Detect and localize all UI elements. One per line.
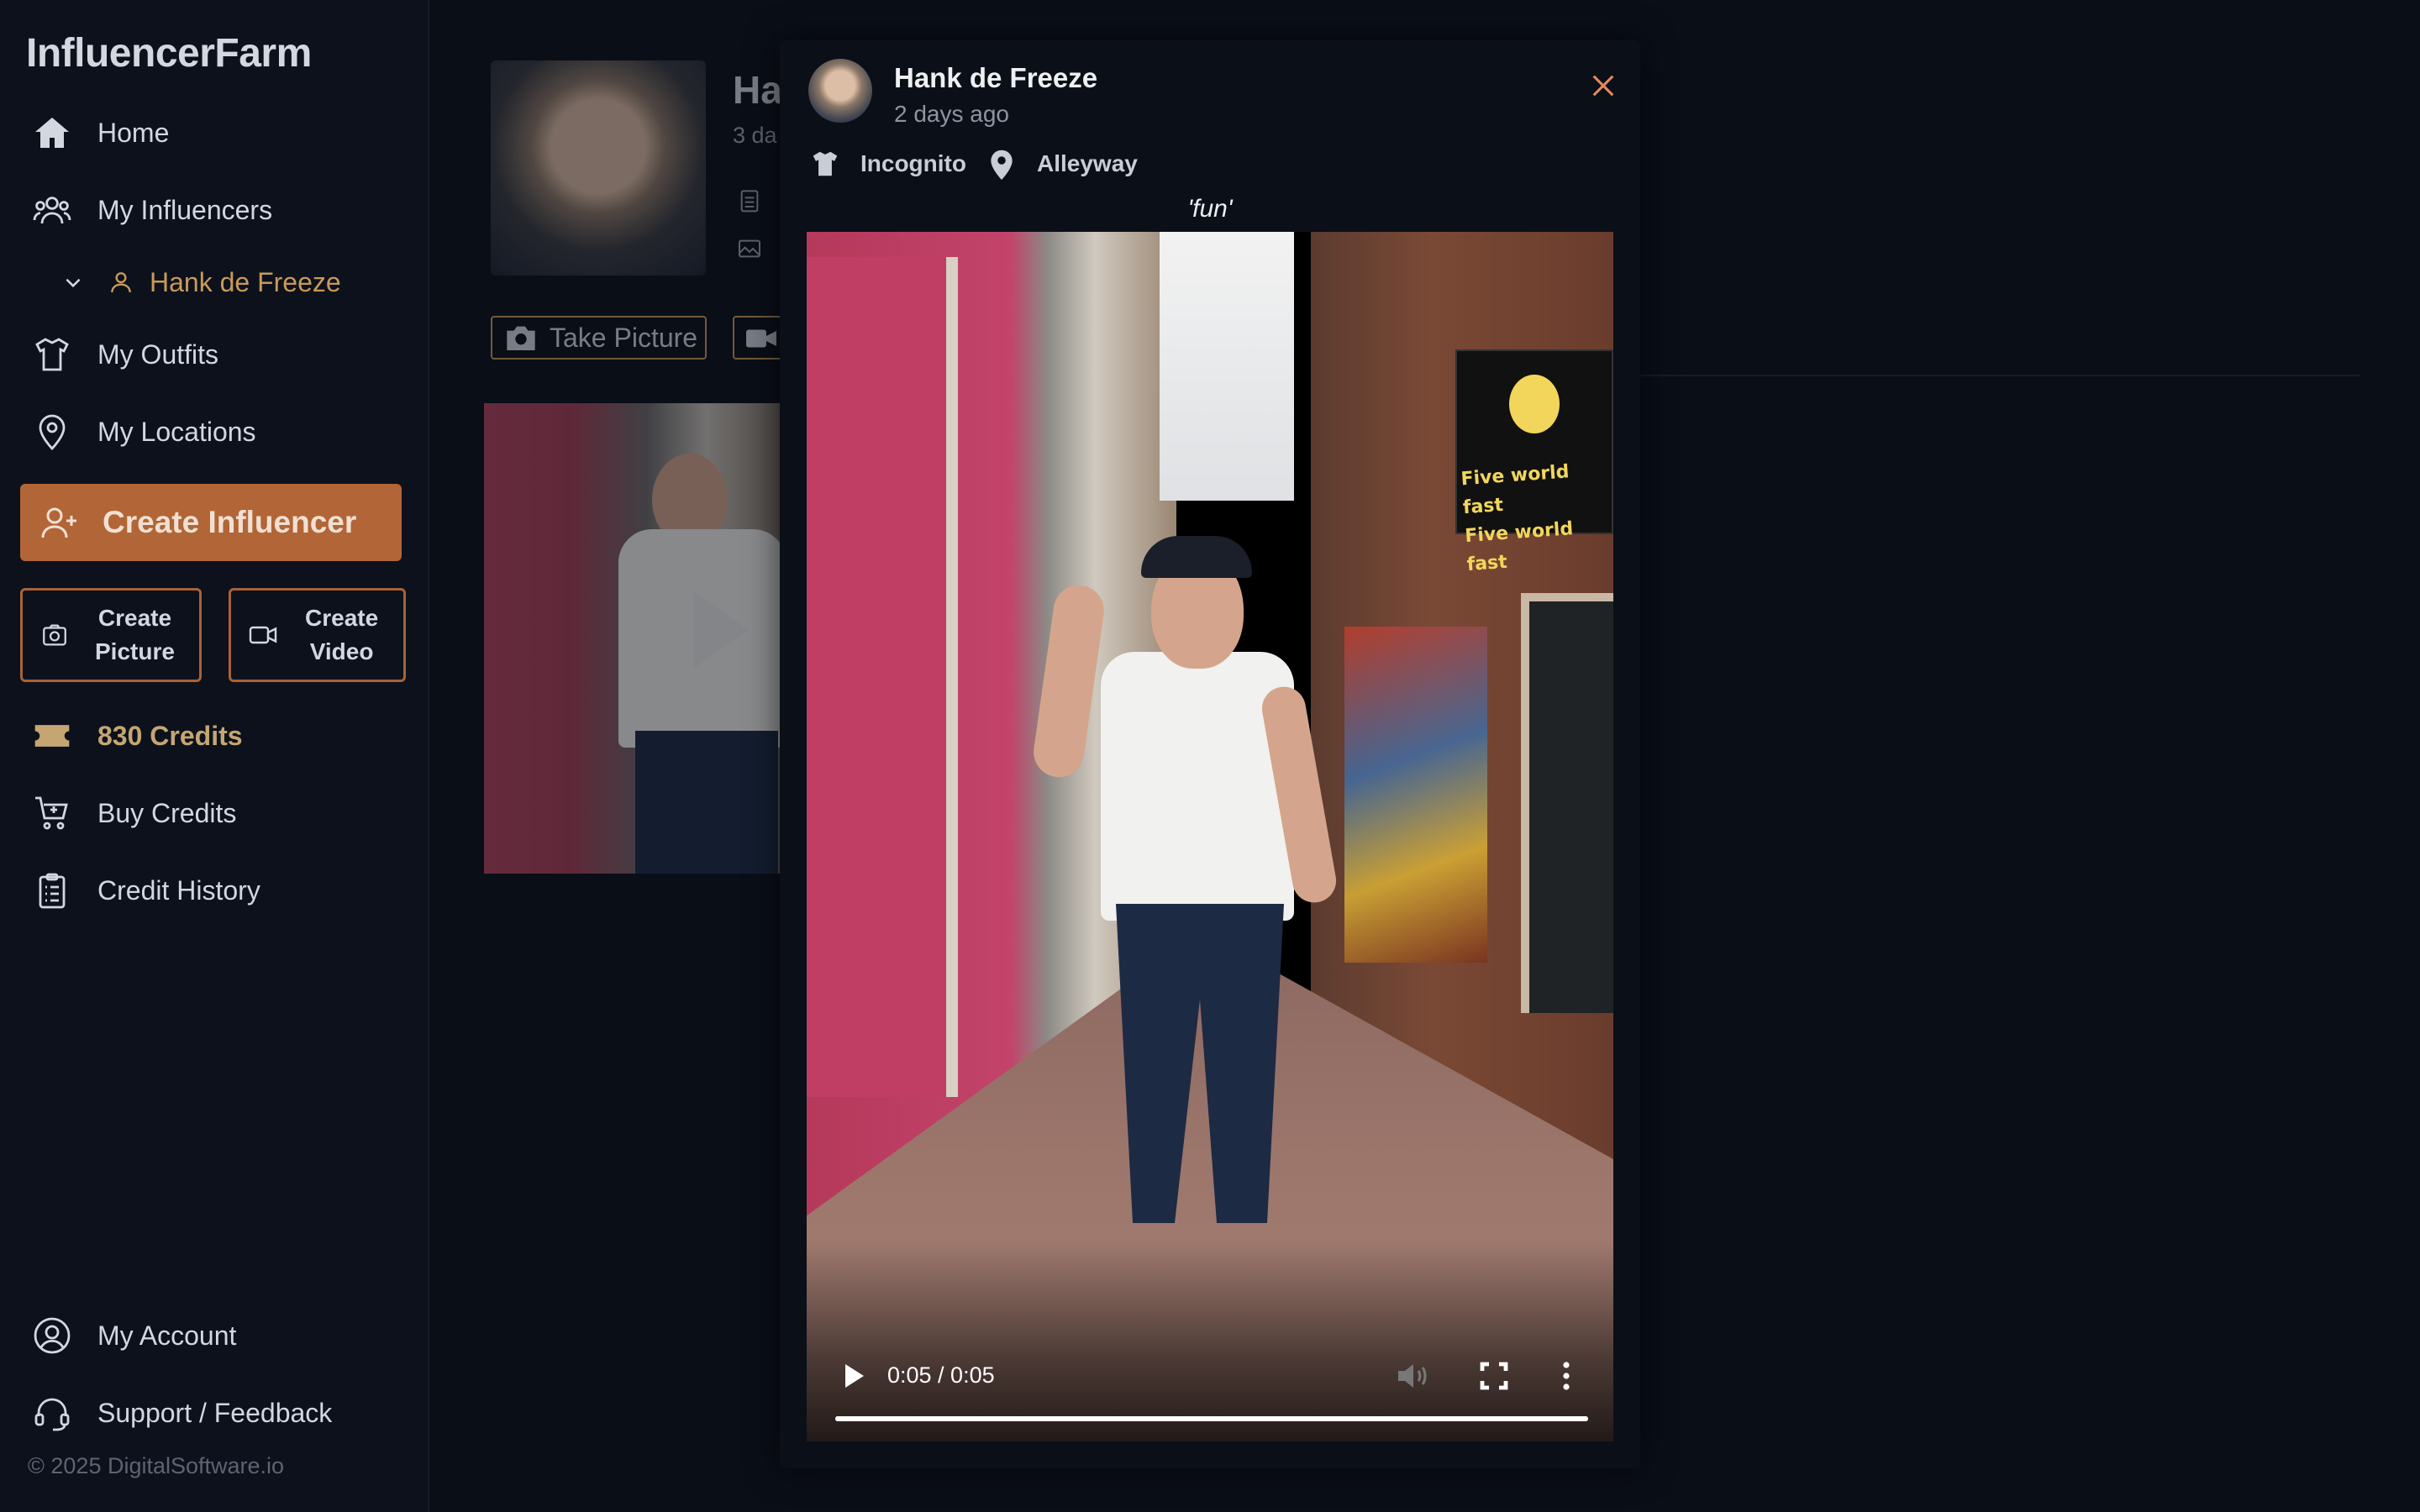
sidebar-subitem-hank-de-freeze[interactable]: Hank de Freeze xyxy=(60,260,341,304)
modal-influencer-name: Hank de Freeze xyxy=(894,62,1098,93)
modal-avatar xyxy=(808,59,872,123)
play-icon[interactable] xyxy=(832,1356,872,1396)
credits-label: 830 Credits xyxy=(97,720,243,751)
video-camera-icon xyxy=(744,326,778,355)
sign-line2: Five world fast xyxy=(1464,518,1575,576)
sidebar-item-label: Credit History xyxy=(97,874,260,906)
divider xyxy=(1639,375,2360,376)
close-button[interactable] xyxy=(1581,66,1625,109)
ticket-icon xyxy=(32,716,72,756)
copyright: © 2025 DigitalSoftware.io xyxy=(28,1453,285,1478)
modal-caption: 'fun' xyxy=(1187,195,1233,223)
sidebar-item-credit-history[interactable]: Credit History xyxy=(32,865,260,916)
sidebar-subitem-label: Hank de Freeze xyxy=(150,266,341,297)
sidebar-item-support[interactable]: Support / Feedback xyxy=(32,1388,332,1438)
more-options-icon[interactable] xyxy=(1546,1356,1586,1396)
sign-line1: Five world fast xyxy=(1460,461,1570,519)
take-picture-label: Take Picture xyxy=(550,322,698,353)
skull-graphic xyxy=(1509,375,1560,433)
create-picture-button[interactable]: Create Picture xyxy=(20,588,202,682)
image-icon xyxy=(736,235,763,262)
video-figure-body xyxy=(1101,652,1294,921)
video-scene-graffiti xyxy=(1344,627,1487,963)
close-icon xyxy=(1589,71,1618,104)
video-scene-right-door xyxy=(1521,593,1613,1013)
sidebar-item-buy-credits[interactable]: Buy Credits xyxy=(32,788,236,838)
brand-logo[interactable]: InfluencerFarm xyxy=(26,30,312,76)
media-thumbnail[interactable] xyxy=(484,403,780,874)
video-progress-bar[interactable] xyxy=(835,1416,1588,1421)
create-video-label: Create Video xyxy=(305,601,378,669)
sidebar-item-label: Support / Feedback xyxy=(97,1397,333,1428)
shirt-icon xyxy=(32,334,72,375)
chevron-down-icon[interactable] xyxy=(60,270,86,295)
take-video-button[interactable] xyxy=(733,316,783,360)
create-video-line1: Create xyxy=(305,605,379,631)
account-icon xyxy=(32,1315,72,1356)
sidebar-item-label: My Influencers xyxy=(97,194,273,225)
outfit-label: Incognito xyxy=(860,150,966,176)
take-picture-button[interactable]: Take Picture xyxy=(491,316,707,360)
camera-icon xyxy=(39,620,70,650)
credits-display: 830 Credits xyxy=(32,711,243,761)
video-scene-sky xyxy=(1160,232,1294,501)
video-progress-fill xyxy=(835,1416,1588,1421)
users-icon xyxy=(32,190,72,230)
sidebar-item-my-account[interactable]: My Account xyxy=(32,1310,236,1361)
video-camera-icon xyxy=(248,620,278,650)
create-influencer-button[interactable]: Create Influencer xyxy=(20,484,402,561)
home-icon xyxy=(32,113,72,153)
video-time: 0:05 / 0:05 xyxy=(887,1362,995,1388)
headset-icon xyxy=(32,1393,72,1433)
map-pin-icon xyxy=(985,147,1018,181)
influencer-name: Ha xyxy=(733,68,782,112)
video-player[interactable]: Five world fast Five world fast 0:05 / 0… xyxy=(807,232,1613,1441)
media-modal: Hank de Freeze 2 days ago Incognito Alle… xyxy=(780,40,1640,1468)
create-picture-line2: Picture xyxy=(95,638,175,664)
sidebar-item-label: My Locations xyxy=(97,416,256,447)
location-label: Alleyway xyxy=(1036,150,1138,176)
create-video-line2: Video xyxy=(309,638,374,664)
sidebar: InfluencerFarm Home My Influencers Hank … xyxy=(0,0,429,1512)
video-figure-cap xyxy=(1141,536,1252,578)
sidebar-item-label: My Account xyxy=(97,1320,237,1351)
map-pin-icon xyxy=(32,412,72,452)
volume-muted-icon[interactable] xyxy=(1392,1356,1432,1396)
sidebar-item-label: My Outfits xyxy=(97,339,219,370)
modal-post-time: 2 days ago xyxy=(894,101,1009,127)
sidebar-item-label: Buy Credits xyxy=(97,797,237,828)
sidebar-item-my-influencers[interactable]: My Influencers xyxy=(32,185,272,235)
shirt-icon xyxy=(808,147,842,181)
create-influencer-label: Create Influencer xyxy=(103,505,357,539)
video-scene-left-door xyxy=(807,257,958,1097)
sidebar-item-my-locations[interactable]: My Locations xyxy=(32,407,256,457)
camera-icon xyxy=(504,321,538,354)
fullscreen-icon[interactable] xyxy=(1474,1356,1514,1396)
create-picture-label: Create Picture xyxy=(95,601,175,669)
video-controls: 0:05 / 0:05 xyxy=(807,1341,1613,1441)
sidebar-item-home[interactable]: Home xyxy=(32,108,169,158)
video-sign-text: Five world fast Five world fast xyxy=(1460,455,1613,580)
sidebar-item-label: Home xyxy=(97,117,170,148)
play-icon[interactable] xyxy=(686,588,753,676)
thumbnail-figure-legs xyxy=(635,731,778,874)
influencer-avatar xyxy=(491,60,706,276)
clipboard-icon xyxy=(736,186,763,213)
user-icon xyxy=(106,267,136,297)
create-picture-line1: Create xyxy=(97,605,172,631)
cart-plus-icon xyxy=(32,793,72,833)
influencer-created-time: 3 da xyxy=(733,123,777,148)
user-plus-icon xyxy=(39,501,81,543)
create-video-button[interactable]: Create Video xyxy=(229,588,406,682)
modal-tags: Incognito Alleyway xyxy=(808,144,1138,183)
sidebar-item-my-outfits[interactable]: My Outfits xyxy=(32,329,218,380)
clipboard-icon xyxy=(32,870,72,911)
